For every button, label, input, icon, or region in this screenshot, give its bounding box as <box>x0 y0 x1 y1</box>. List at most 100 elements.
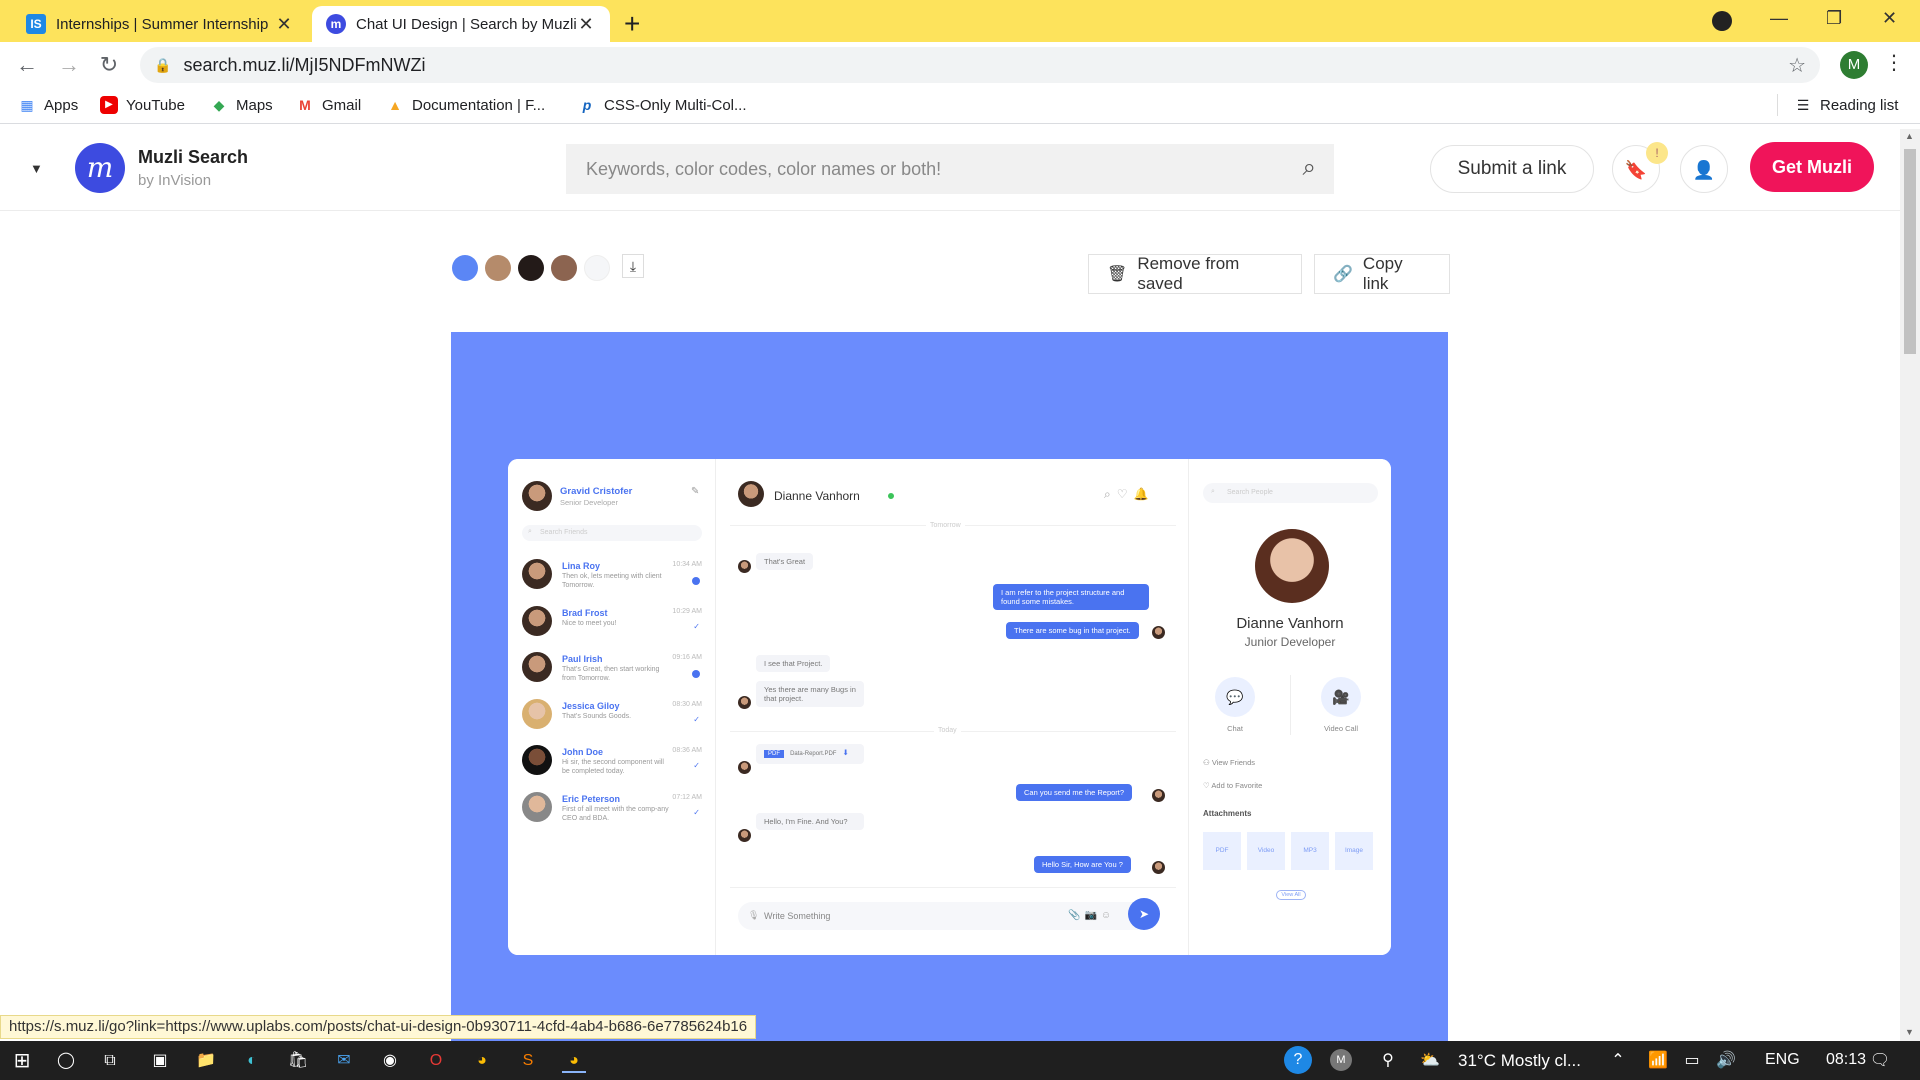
language-indicator[interactable]: ENG <box>1765 1051 1800 1069</box>
friend-name: John Doe <box>562 747 604 757</box>
people-icon[interactable]: ⚲ <box>1376 1049 1400 1073</box>
color-swatch[interactable] <box>584 255 610 281</box>
task-view-icon[interactable]: ⧉ <box>98 1049 122 1073</box>
page-scrollbar[interactable]: ▲ ▼ <box>1900 129 1920 1041</box>
new-tab-plus-icon[interactable]: + <box>624 8 640 40</box>
edit-icon: ✎ <box>691 486 700 497</box>
wifi-icon[interactable]: 📶 <box>1646 1049 1670 1073</box>
attachment-tile: MP3 <box>1291 832 1329 870</box>
reading-list[interactable]: ☰ Reading list <box>1794 96 1899 114</box>
chat-contact-name: Dianne Vanhorn <box>774 489 860 503</box>
color-swatch[interactable] <box>518 255 544 281</box>
restore-icon[interactable]: ❐ <box>1826 8 1842 29</box>
clock[interactable]: 08:13 <box>1826 1051 1866 1069</box>
chrome-active-icon[interactable]: ◕ <box>562 1049 586 1073</box>
check-icon: ✓ <box>693 622 700 631</box>
mail-icon[interactable]: ✉ <box>332 1049 356 1073</box>
caret-down-icon[interactable]: ▼ <box>30 161 43 176</box>
tab-internships[interactable]: IS Internships | Summer Internship ✕ <box>12 6 308 42</box>
color-swatch[interactable] <box>452 255 478 281</box>
sublime-icon[interactable]: S <box>516 1049 540 1073</box>
profile-avatar[interactable]: M <box>1840 51 1868 79</box>
download-icon: ⬇ <box>842 748 849 757</box>
mockup-profile-name: Gravid Cristofer <box>560 486 633 497</box>
bookmark-label: Apps <box>44 96 79 114</box>
bookmark-css-multicol[interactable]: p CSS-Only Multi-Col... <box>578 96 747 114</box>
address-bar[interactable]: 🔒 search.muz.li/MjI5NDFmNWZi ☆ <box>140 47 1820 83</box>
weather-text[interactable]: 31°C Mostly cl... <box>1458 1051 1581 1071</box>
account-button[interactable]: 👤 <box>1680 145 1728 193</box>
color-swatch[interactable] <box>485 255 511 281</box>
battery-icon[interactable]: ▭ <box>1680 1049 1704 1073</box>
search-input[interactable]: Keywords, color codes, color names or bo… <box>566 144 1334 194</box>
message-input-placeholder: Write Something <box>764 911 831 921</box>
tab-muzli[interactable]: m Chat UI Design | Search by Muzli ✕ <box>312 6 610 42</box>
gmail-icon: M <box>299 97 311 113</box>
user-account-icon[interactable]: M <box>1330 1049 1352 1071</box>
friend-message: Nice to meet you! <box>562 620 617 627</box>
bookmark-apps[interactable]: ▦ Apps <box>18 96 78 114</box>
apps-grid-icon: ▦ <box>20 97 34 113</box>
check-icon: ✓ <box>693 761 700 770</box>
reload-icon[interactable]: ↻ <box>94 50 124 80</box>
color-swatch[interactable] <box>551 255 577 281</box>
windows-start-icon[interactable]: ⊞ <box>10 1049 34 1073</box>
volume-icon[interactable]: 🔊 <box>1714 1049 1738 1073</box>
friend-item: Paul Irish That's Great, then start work… <box>522 652 702 692</box>
opera-icon[interactable]: O <box>424 1049 448 1073</box>
bookmark-label: Documentation | F... <box>412 96 546 114</box>
bookmark-star-icon[interactable]: ☆ <box>1788 53 1806 78</box>
close-window-icon[interactable]: ✕ <box>1882 8 1897 29</box>
chrome-icon[interactable]: ◕ <box>470 1049 494 1073</box>
firebase-icon: ▲ <box>388 97 402 113</box>
bookmark-label: Maps <box>236 96 273 114</box>
avatar <box>522 559 552 589</box>
app-circle-icon[interactable]: ◉ <box>378 1049 402 1073</box>
tab-title: Internships | Summer Internship <box>56 15 269 33</box>
bookmark-gmail[interactable]: M Gmail <box>296 96 361 114</box>
notifications-icon[interactable]: 🗨 <box>1868 1049 1892 1073</box>
remove-from-saved-button[interactable]: 🗑 Remove from saved <box>1088 254 1302 294</box>
scroll-down-icon[interactable]: ▼ <box>1905 1027 1914 1037</box>
close-tab-icon[interactable]: ✕ <box>576 14 596 35</box>
get-muzli-button[interactable]: Get Muzli <box>1750 142 1874 192</box>
media-player-icon[interactable]: ▣ <box>148 1049 172 1073</box>
store-icon[interactable]: 🛍 <box>286 1049 310 1073</box>
help-icon[interactable]: ? <box>1284 1046 1312 1074</box>
bookmark-youtube[interactable]: ▶ YouTube <box>100 96 185 114</box>
muzli-logo-icon[interactable]: m <box>75 143 125 193</box>
chevron-up-icon[interactable]: ⌃ <box>1606 1049 1630 1073</box>
tab-search-icon[interactable] <box>1712 11 1732 31</box>
link-icon: 🔗 <box>1333 266 1353 283</box>
profile-name: Dianne Vanhorn <box>1236 615 1344 632</box>
message-input: 🎙 Write Something 📎📷☺ <box>738 902 1156 930</box>
reading-list-icon: ☰ <box>1796 97 1810 113</box>
search-circle-icon[interactable]: ◯ <box>54 1049 78 1073</box>
bookmark-label: YouTube <box>126 96 185 114</box>
forward-arrow-icon[interactable]: → <box>54 50 84 80</box>
minimize-icon[interactable]: — <box>1770 8 1788 29</box>
close-tab-icon[interactable]: ✕ <box>274 14 294 35</box>
edge-icon[interactable]: ◐ <box>240 1049 264 1073</box>
file-explorer-icon[interactable]: 📁 <box>194 1049 218 1073</box>
chat-header-icons: ⌕♡🔔 <box>1104 487 1155 501</box>
brand-title: Muzli Search <box>138 147 249 167</box>
friend-message: Then ok, lets meeting with client Tomorr… <box>562 573 662 589</box>
profile-role: Junior Developer <box>1244 635 1336 649</box>
avatar <box>522 699 552 729</box>
chrome-menu-icon[interactable]: ⋮ <box>1884 50 1904 75</box>
chat-label: Chat <box>1227 724 1243 733</box>
weather-cloud-icon[interactable]: ⛅ <box>1418 1049 1442 1073</box>
bookmark-maps[interactable]: ◆ Maps <box>210 96 273 114</box>
scrollbar-thumb[interactable] <box>1904 149 1916 354</box>
user-icon: ⚇ <box>1203 758 1212 767</box>
bookmark-documentation[interactable]: ▲ Documentation | F... <box>386 96 545 114</box>
bookmark-site-icon: p <box>582 97 592 113</box>
copy-link-button[interactable]: 🔗 Copy link <box>1314 254 1450 294</box>
back-arrow-icon[interactable]: ← <box>12 50 42 80</box>
search-icon[interactable]: ⌕ <box>1303 154 1316 182</box>
download-palette-icon[interactable]: ⤓ <box>622 254 644 278</box>
scroll-up-icon[interactable]: ▲ <box>1905 131 1914 141</box>
internshala-favicon-icon: IS <box>26 14 46 34</box>
submit-link-button[interactable]: Submit a link <box>1430 145 1594 193</box>
